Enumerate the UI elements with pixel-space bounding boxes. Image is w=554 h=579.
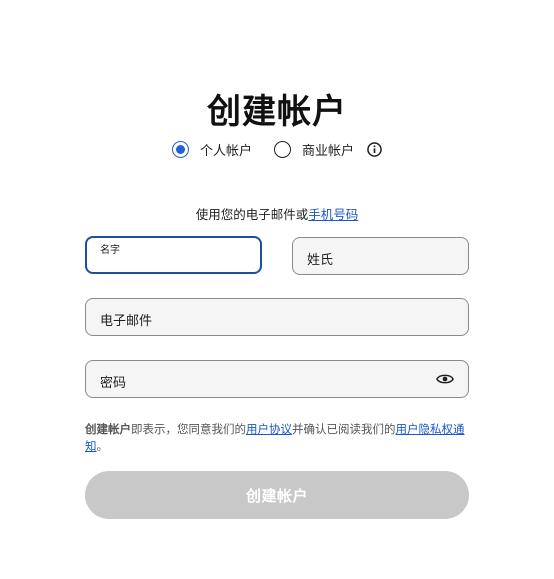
business-account-radio[interactable] xyxy=(274,141,291,158)
terms-text-2: 并确认已阅读我们的 xyxy=(292,422,396,436)
terms-end: 。 xyxy=(96,439,109,453)
create-account-button[interactable]: 创建帐户 xyxy=(85,471,469,519)
business-account-label: 商业帐户 xyxy=(302,144,355,159)
eye-icon[interactable] xyxy=(436,372,454,386)
page-title: 创建帐户 xyxy=(207,92,347,132)
info-icon[interactable] xyxy=(367,142,382,157)
last-name-placeholder: 姓氏 xyxy=(307,253,334,268)
first-name-field[interactable]: 名字 xyxy=(85,236,262,274)
password-field[interactable]: 密码 xyxy=(85,360,469,398)
personal-account-radio[interactable] xyxy=(171,141,189,158)
business-account-option[interactable]: 商业帐户 xyxy=(274,140,354,159)
account-type-selector: 个人帐户 商业帐户 xyxy=(0,140,554,159)
phone-number-link[interactable]: 手机号码 xyxy=(308,207,358,222)
email-placeholder: 电子邮件 xyxy=(100,314,153,329)
personal-account-option[interactable]: 个人帐户 xyxy=(171,140,252,159)
first-name-label: 名字 xyxy=(100,245,120,256)
user-agreement-link[interactable]: 用户协议 xyxy=(246,422,292,436)
email-field[interactable]: 电子邮件 xyxy=(85,298,469,336)
terms-notice: 创建帐户即表示，您同意我们的用户协议并确认已阅读我们的用户隐私权通知。 xyxy=(85,421,475,455)
password-placeholder: 密码 xyxy=(100,376,127,391)
last-name-field[interactable]: 姓氏 xyxy=(292,237,469,275)
signup-method-text: 使用您的电子邮件或 xyxy=(195,207,309,222)
personal-account-label: 个人帐户 xyxy=(199,144,252,159)
terms-bold-text: 创建帐户 xyxy=(85,422,131,436)
signup-method-line: 使用您的电子邮件或手机号码 xyxy=(0,204,554,223)
terms-text-1: 即表示，您同意我们的 xyxy=(131,422,246,436)
